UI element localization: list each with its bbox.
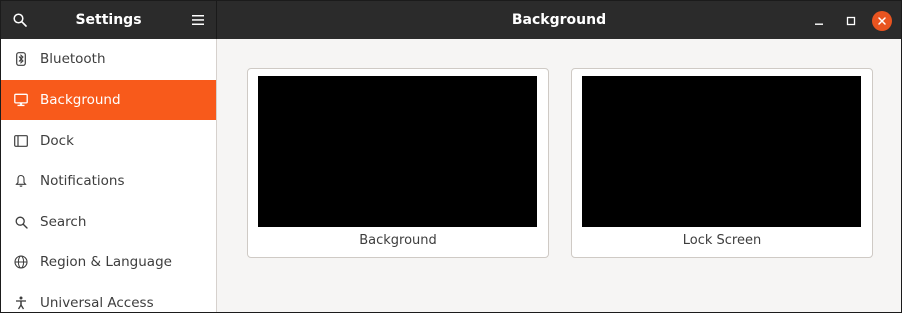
accessibility-icon: [14, 296, 28, 310]
settings-title: Settings: [75, 12, 142, 28]
maximize-icon: [846, 16, 856, 26]
background-preview: [258, 76, 537, 227]
sidebar-item-label: Notifications: [40, 173, 125, 189]
sidebar-header: Settings: [1, 1, 217, 39]
sidebar-item-label: Region & Language: [40, 254, 172, 270]
sidebar-item-label: Universal Access: [40, 295, 154, 311]
lock-screen-card[interactable]: Lock Screen: [571, 68, 873, 258]
sidebar-item-dock[interactable]: Dock: [1, 121, 216, 161]
background-card[interactable]: Background: [247, 68, 549, 258]
search-icon: [13, 13, 27, 27]
sidebar-item-universal-access[interactable]: Universal Access: [1, 283, 216, 312]
header-bar: Settings Background: [1, 1, 901, 39]
sidebar-item-label: Search: [40, 214, 87, 230]
sidebar-item-notifications[interactable]: Notifications: [1, 161, 216, 201]
maximize-button[interactable]: [841, 11, 861, 31]
sidebar-item-bluetooth[interactable]: Bluetooth: [1, 39, 216, 79]
lock-screen-card-label: Lock Screen: [682, 233, 762, 248]
dock-icon: [14, 134, 28, 148]
hamburger-menu-icon: [192, 15, 204, 25]
minimize-button[interactable]: [809, 11, 829, 31]
menu-button[interactable]: [185, 7, 211, 33]
display-icon: [14, 93, 28, 107]
settings-window: Settings Background Bluetooth Background…: [0, 0, 902, 313]
bluetooth-icon: [14, 52, 28, 66]
sidebar-item-label: Bluetooth: [40, 51, 106, 67]
background-panel: Background Lock Screen: [217, 39, 901, 312]
close-button[interactable]: [872, 11, 892, 31]
sidebar-item-label: Background: [40, 92, 121, 108]
sidebar-item-search[interactable]: Search: [1, 202, 216, 242]
search-button[interactable]: [7, 7, 33, 33]
sidebar-item-background[interactable]: Background: [1, 80, 216, 120]
background-card-label: Background: [359, 233, 437, 248]
sidebar-item-region-language[interactable]: Region & Language: [1, 242, 216, 282]
bell-icon: [14, 174, 28, 188]
sidebar-item-label: Dock: [40, 133, 74, 149]
page-title: Background: [511, 12, 607, 28]
globe-icon: [14, 255, 28, 269]
sidebar: Bluetooth Background Dock Notifications …: [1, 39, 217, 312]
close-icon: [878, 17, 886, 25]
minimize-icon: [815, 23, 823, 25]
search-icon: [14, 215, 28, 229]
lock-screen-preview: [582, 76, 861, 227]
